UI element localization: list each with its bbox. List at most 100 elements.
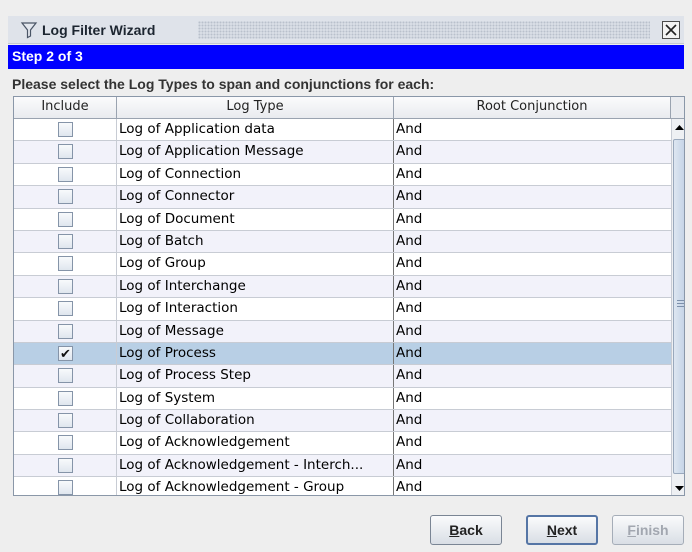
include-cell <box>14 320 117 342</box>
log-type-cell: Log of Interaction <box>117 298 394 320</box>
include-checkbox[interactable] <box>58 368 73 384</box>
scroll-up-arrow-icon[interactable] <box>672 119 684 135</box>
include-checkbox[interactable] <box>58 189 73 205</box>
table-row[interactable]: Log of Document And <box>14 208 671 231</box>
log-type-cell: Log of Application data <box>117 119 394 141</box>
log-type-cell: Log of Message <box>117 320 394 342</box>
table-row[interactable]: Log of Acknowledgement And <box>14 432 671 455</box>
finish-button-mnemonic: F <box>627 522 636 538</box>
table-row[interactable]: Log of Connection And <box>14 163 671 187</box>
include-checkbox[interactable] <box>58 390 73 406</box>
include-cell <box>14 186 117 208</box>
table-row[interactable]: Log of Application data And <box>14 119 671 142</box>
include-checkbox[interactable] <box>58 301 73 317</box>
include-checkbox[interactable] <box>58 323 73 339</box>
table-row[interactable]: Log of Process Step And <box>14 365 671 388</box>
root-conjunction-cell[interactable]: And <box>394 298 671 319</box>
root-conjunction-cell[interactable]: And <box>394 321 671 342</box>
root-conjunction-cell[interactable]: And <box>394 432 671 453</box>
log-type-cell: Log of Acknowledgement - Group <box>117 477 394 495</box>
instruction-text: Please select the Log Types to span and … <box>12 76 435 92</box>
scroll-down-arrow-icon[interactable] <box>672 481 684 495</box>
log-type-cell: Log of Process <box>117 342 394 365</box>
back-button-mnemonic: B <box>449 522 460 538</box>
root-conjunction-cell[interactable]: And <box>394 209 671 230</box>
title-bar[interactable]: Log Filter Wizard <box>8 16 684 44</box>
root-conjunction-cell[interactable]: And <box>394 365 671 386</box>
title-bar-grip <box>198 21 650 39</box>
table-row[interactable]: Log of Collaboration And <box>14 410 671 433</box>
log-type-cell: Log of System <box>117 387 394 410</box>
filter-funnel-icon <box>20 21 38 39</box>
column-header-log-type[interactable]: Log Type <box>117 97 394 119</box>
scrollbar-thumb[interactable] <box>673 139 684 474</box>
table-row[interactable]: Log of Application Message And <box>14 141 671 164</box>
next-button-mnemonic: N <box>546 522 557 538</box>
root-conjunction-cell[interactable]: And <box>394 231 671 252</box>
include-cell <box>14 141 117 163</box>
table-row[interactable]: Log of Group And <box>14 253 671 276</box>
table-row[interactable]: Log of Acknowledgement - Group And <box>14 477 671 495</box>
include-checkbox[interactable] <box>58 435 73 451</box>
root-conjunction-cell[interactable]: And <box>394 119 671 140</box>
include-cell <box>14 432 117 454</box>
header-corner <box>671 97 684 119</box>
include-checkbox[interactable] <box>58 413 73 429</box>
log-types-table: Include Log Type Root Conjunction Log of… <box>13 96 685 496</box>
table-row[interactable]: ✔ Log of Process And <box>14 342 671 366</box>
include-cell <box>14 410 117 432</box>
window-title: Log Filter Wizard <box>42 22 156 38</box>
thumb-grip-icon <box>677 300 684 309</box>
table-row[interactable]: Log of System And <box>14 387 671 411</box>
root-conjunction-cell[interactable]: And <box>394 343 671 364</box>
finish-button-label: inish <box>635 522 669 538</box>
log-type-cell: Log of Document <box>117 208 394 230</box>
table-row[interactable]: Log of Connector And <box>14 186 671 209</box>
include-checkbox[interactable] <box>58 211 73 227</box>
root-conjunction-cell[interactable]: And <box>394 477 671 495</box>
close-button[interactable] <box>662 21 680 39</box>
include-checkbox[interactable] <box>58 457 73 473</box>
table-row[interactable]: Log of Interchange And <box>14 275 671 299</box>
table-row[interactable]: Log of Message And <box>14 320 671 343</box>
root-conjunction-cell[interactable]: And <box>394 455 671 476</box>
log-type-cell: Log of Acknowledgement - Interch... <box>117 454 394 477</box>
include-cell: ✔ <box>14 342 117 365</box>
root-conjunction-cell[interactable]: And <box>394 410 671 431</box>
include-checkbox[interactable] <box>58 166 73 182</box>
include-checkbox[interactable] <box>58 278 73 294</box>
column-header-root-conjunction[interactable]: Root Conjunction <box>394 97 671 119</box>
include-checkbox[interactable] <box>58 122 73 137</box>
include-checkbox[interactable] <box>58 233 73 249</box>
vertical-scrollbar[interactable] <box>671 119 684 495</box>
root-conjunction-cell[interactable]: And <box>394 186 671 207</box>
table-row[interactable]: Log of Batch And <box>14 230 671 254</box>
close-icon <box>665 24 677 36</box>
column-header-include[interactable]: Include <box>14 97 117 119</box>
root-conjunction-cell[interactable]: And <box>394 276 671 297</box>
include-cell <box>14 387 117 410</box>
include-checkbox[interactable] <box>58 144 73 160</box>
next-button[interactable]: Next <box>526 515 598 545</box>
include-cell <box>14 230 117 253</box>
include-cell <box>14 365 117 387</box>
include-checkbox[interactable] <box>58 480 73 495</box>
table-row[interactable]: Log of Interaction And <box>14 298 671 321</box>
finish-button[interactable]: Finish <box>612 515 684 545</box>
root-conjunction-cell[interactable]: And <box>394 253 671 274</box>
log-type-cell: Log of Application Message <box>117 141 394 163</box>
root-conjunction-cell[interactable]: And <box>394 141 671 162</box>
back-button[interactable]: Back <box>430 515 502 545</box>
include-cell <box>14 477 117 495</box>
include-cell <box>14 163 117 186</box>
step-banner: Step 2 of 3 <box>8 45 684 69</box>
root-conjunction-cell[interactable]: And <box>394 164 671 185</box>
include-cell <box>14 119 117 141</box>
include-checkbox[interactable] <box>58 256 73 272</box>
log-type-cell: Log of Collaboration <box>117 410 394 432</box>
root-conjunction-cell[interactable]: And <box>394 388 671 409</box>
include-cell <box>14 454 117 477</box>
table-row[interactable]: Log of Acknowledgement - Interch... And <box>14 454 671 478</box>
log-type-cell: Log of Process Step <box>117 365 394 387</box>
include-checkbox[interactable]: ✔ <box>58 345 73 362</box>
